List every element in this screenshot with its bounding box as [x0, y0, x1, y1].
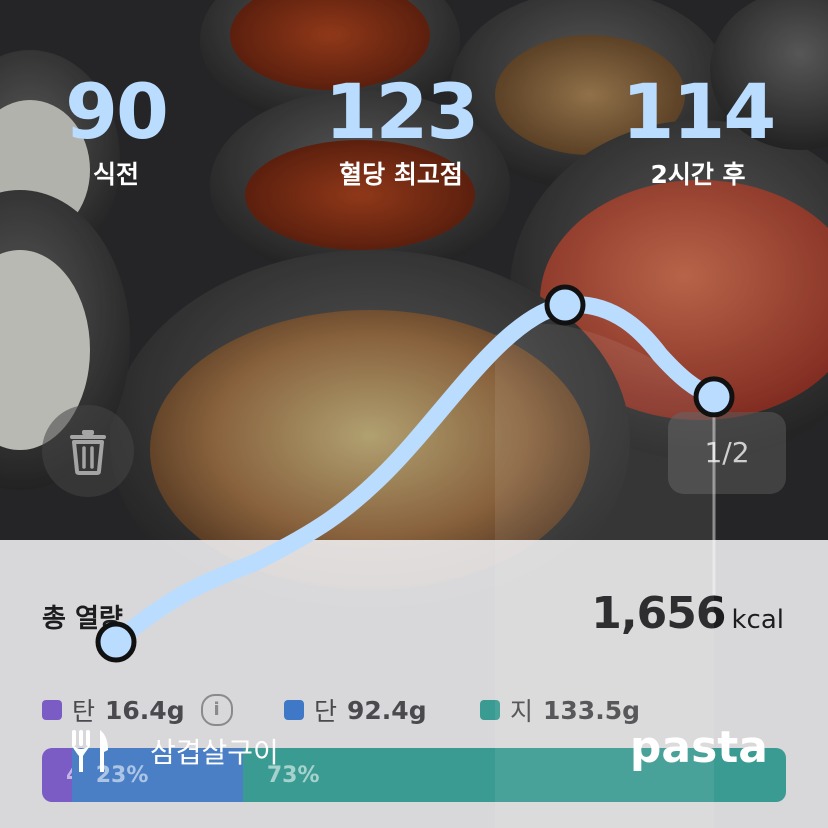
food-glucose-card: 90 식전 123 혈당 최고점 114 2시간 후 1/2 총 열량 1,65…	[0, 0, 828, 828]
point-two-hours-after	[693, 376, 735, 418]
brand-logo: pasta	[629, 722, 768, 773]
meal-name: 삼겹살구이	[150, 736, 279, 769]
fork-knife-icon	[72, 730, 108, 772]
meal-row: 삼겹살구이	[70, 728, 279, 774]
glucose-curve-chart	[95, 284, 735, 828]
point-before-meal	[95, 621, 137, 663]
point-peak	[544, 284, 586, 326]
